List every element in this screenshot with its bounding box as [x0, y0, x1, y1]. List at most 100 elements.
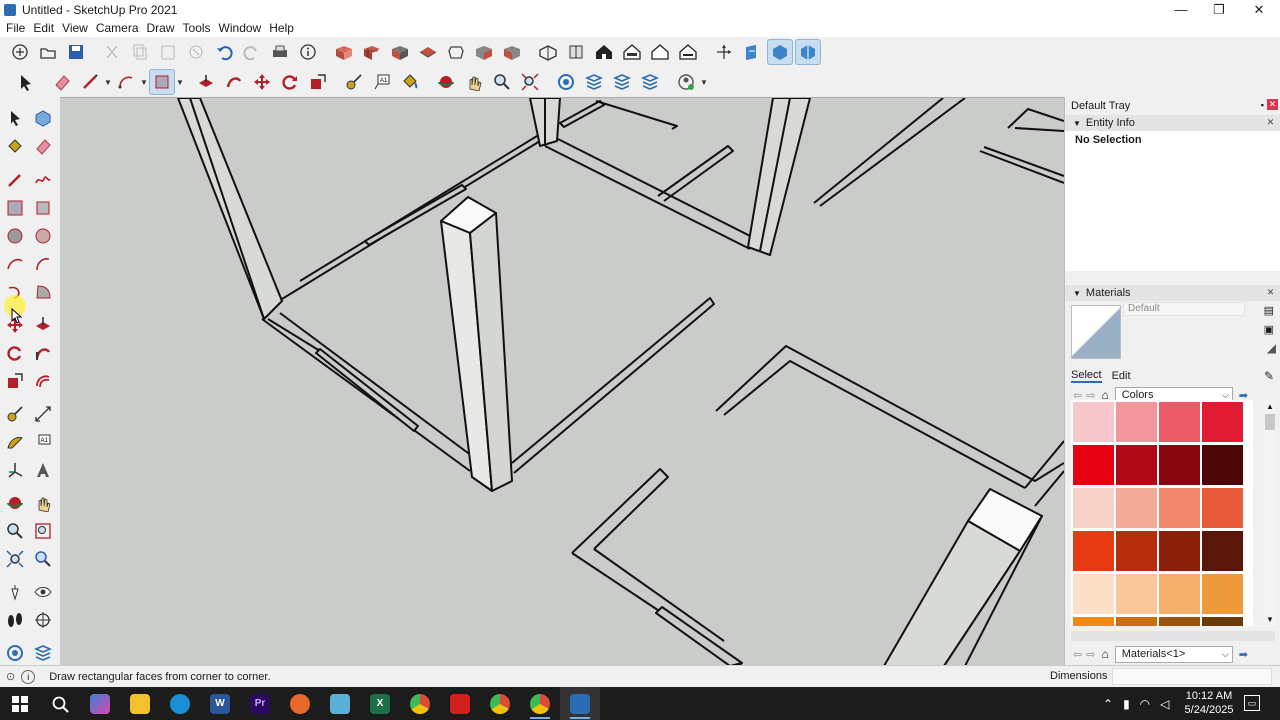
secondary-pane-divider[interactable] [1071, 631, 1275, 641]
line-dropdown-icon[interactable]: ▼ [104, 78, 112, 87]
offset-tool-icon[interactable] [31, 369, 55, 393]
scroll-thumb[interactable] [1265, 414, 1275, 430]
color-swatch[interactable] [1159, 574, 1200, 614]
taskbar-word[interactable]: W [200, 687, 240, 720]
paint-bucket-tool-icon[interactable] [3, 134, 27, 158]
extension-warehouse-icon[interactable] [581, 69, 607, 95]
extension-warehouse-tool-icon[interactable] [31, 641, 55, 665]
sample-paint-icon[interactable]: ✎ [1264, 369, 1274, 383]
color-swatch[interactable] [1073, 488, 1114, 528]
geo-location-icon[interactable]: ⊙ [6, 670, 15, 683]
account-dropdown-icon[interactable]: ▼ [700, 78, 708, 87]
taskbar-file-explorer[interactable] [120, 687, 160, 720]
walk-tool-icon[interactable] [3, 608, 27, 632]
menu-edit[interactable]: Edit [29, 21, 58, 35]
top-view-icon[interactable] [415, 39, 441, 65]
swatch-scrollbar[interactable]: ▲ ▼ [1264, 400, 1276, 626]
previous-view-tool-icon[interactable] [31, 547, 55, 571]
volume-icon[interactable]: ◁ [1160, 697, 1169, 711]
position-camera-tool-icon[interactable] [3, 580, 27, 604]
secondary-library-select[interactable]: Materials<1> ⌵ [1114, 645, 1233, 663]
tape-measure-icon[interactable] [341, 69, 367, 95]
taskbar-chrome-3[interactable] [520, 687, 560, 720]
3d-text-tool-icon[interactable] [31, 458, 55, 482]
select-icon[interactable] [13, 69, 39, 95]
home-icon[interactable] [591, 39, 617, 65]
zoom-extents-icon[interactable] [517, 69, 543, 95]
taskbar-chrome-2[interactable] [480, 687, 520, 720]
color-swatch[interactable] [1202, 402, 1243, 442]
orbit-tool-icon[interactable] [3, 491, 27, 515]
color-swatch[interactable] [1116, 617, 1157, 626]
scroll-down-icon[interactable]: ▼ [1266, 615, 1274, 624]
arc-icon[interactable] [113, 69, 139, 95]
menu-camera[interactable]: Camera [92, 21, 143, 35]
taskbar-sketchup[interactable] [560, 687, 600, 720]
color-swatch[interactable] [1116, 531, 1157, 571]
tray-close-icon[interactable]: ✕ [1267, 99, 1278, 110]
axes-icon[interactable] [711, 39, 737, 65]
color-swatch[interactable] [1202, 488, 1243, 528]
usb-icon[interactable]: ▮ [1123, 697, 1130, 711]
freehand-tool-icon[interactable] [31, 168, 55, 192]
scroll-up-icon[interactable]: ▲ [1266, 402, 1274, 411]
open-folder-icon[interactable] [35, 39, 61, 65]
save-icon[interactable] [63, 39, 89, 65]
section-plane-tool-icon[interactable] [31, 608, 55, 632]
menu-file[interactable]: File [2, 21, 29, 35]
make-component-icon[interactable] [31, 106, 55, 130]
scale-tool-icon[interactable] [3, 369, 27, 393]
pin-icon[interactable]: ▪ [1261, 100, 1264, 110]
color-swatch[interactable] [1116, 445, 1157, 485]
default-material-icon[interactable]: ◢ [1267, 341, 1276, 355]
color-swatch[interactable] [1073, 574, 1114, 614]
taskbar-acrobat[interactable] [440, 687, 480, 720]
new-icon[interactable] [7, 39, 33, 65]
polygon-tool-icon[interactable] [31, 224, 55, 248]
select-tool-icon[interactable] [3, 106, 27, 130]
menu-window[interactable]: Window [215, 21, 266, 35]
back-edges-icon[interactable] [563, 39, 589, 65]
maximize-button[interactable]: ❐ [1200, 0, 1238, 19]
color-swatch[interactable] [1159, 617, 1200, 626]
display-secondary-pane-icon[interactable]: ▤ [1264, 304, 1274, 317]
material-name-field[interactable]: Default [1123, 302, 1245, 316]
text-icon[interactable]: A1 [369, 69, 395, 95]
taskbar-chrome[interactable] [400, 687, 440, 720]
warehouse-icon[interactable] [553, 69, 579, 95]
follow-me-tool-icon[interactable] [31, 341, 55, 365]
taskbar-premiere[interactable]: Pr [240, 687, 280, 720]
redo-icon[interactable] [239, 39, 265, 65]
circle-tool-icon[interactable] [3, 224, 27, 248]
line-tool-icon[interactable] [3, 168, 27, 192]
model-info-icon[interactable] [295, 39, 321, 65]
text-tool-icon[interactable]: A1 [31, 430, 55, 454]
paint-bucket-icon[interactable] [397, 69, 423, 95]
arc-dropdown-icon[interactable]: ▼ [140, 78, 148, 87]
look-around-tool-icon[interactable] [31, 580, 55, 604]
section-plane-icon[interactable] [739, 39, 765, 65]
color-swatch[interactable] [1073, 402, 1114, 442]
color-swatch[interactable] [1159, 402, 1200, 442]
model-viewport[interactable] [60, 97, 1064, 665]
color-swatch[interactable] [1116, 488, 1157, 528]
undo-icon[interactable] [211, 39, 237, 65]
zoom-tool-icon[interactable] [3, 519, 27, 543]
follow-me-icon[interactable] [221, 69, 247, 95]
paste-icon[interactable] [155, 39, 181, 65]
menu-tools[interactable]: Tools [179, 21, 215, 35]
taskbar-excel[interactable]: X [360, 687, 400, 720]
front-view-icon[interactable] [443, 39, 469, 65]
back-arrow-icon[interactable]: ⇦ [1073, 648, 1082, 661]
zoom-extents-tool-icon[interactable] [3, 547, 27, 571]
zoom-window-tool-icon[interactable] [31, 519, 55, 543]
materials-header[interactable]: ▼ Materials ✕ [1065, 285, 1280, 301]
collapse-triangle-icon[interactable]: ▼ [1073, 119, 1081, 128]
measurements-input[interactable] [1112, 668, 1272, 685]
rectangle-icon[interactable] [149, 69, 175, 95]
eraser-icon[interactable] [49, 69, 75, 95]
line-icon[interactable] [77, 69, 103, 95]
xray-icon[interactable] [535, 39, 561, 65]
details-arrow-icon[interactable]: ➡ [1239, 648, 1248, 661]
two-point-arc-tool-icon[interactable] [31, 252, 55, 276]
